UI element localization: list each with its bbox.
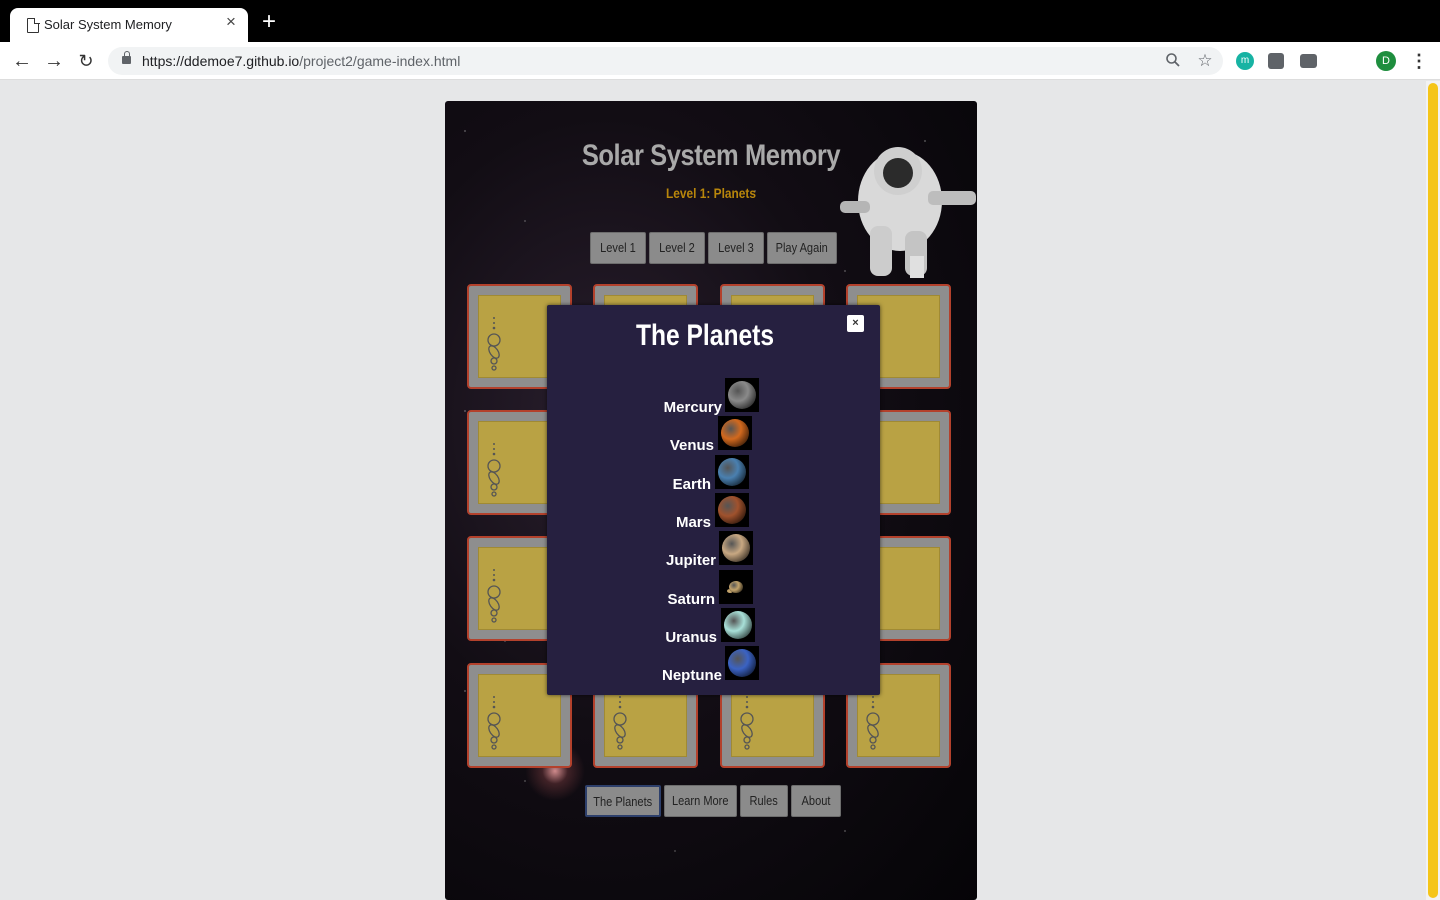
play-again-button[interactable]: Play Again bbox=[767, 232, 837, 264]
the-planets-button[interactable]: The Planets bbox=[585, 785, 661, 817]
planet-item-uranus: Uranus bbox=[547, 608, 717, 646]
menu-kebab-icon[interactable]: ⋮ bbox=[1410, 50, 1428, 72]
lock-icon bbox=[122, 51, 131, 64]
planet-orbit-icon bbox=[613, 696, 627, 750]
planet-item-venus: Venus bbox=[547, 416, 714, 454]
camera-icon[interactable] bbox=[1300, 54, 1317, 68]
planet-orbit-icon bbox=[487, 569, 501, 623]
extension-m-icon[interactable]: m bbox=[1236, 52, 1254, 70]
modal-close-button[interactable]: × bbox=[847, 315, 864, 332]
reload-icon[interactable]: ↻ bbox=[75, 50, 97, 72]
planet-name: Mercury bbox=[663, 399, 722, 416]
level-3-button[interactable]: Level 3 bbox=[708, 232, 764, 264]
planet-orbit-icon bbox=[487, 443, 501, 497]
document-icon bbox=[27, 17, 40, 33]
planet-item-neptune: Neptune bbox=[547, 646, 722, 684]
learn-more-button[interactable]: Learn More bbox=[664, 785, 737, 817]
level-1-label: Level 1 bbox=[600, 240, 636, 255]
rules-label: Rules bbox=[749, 793, 779, 808]
play-again-label: Play Again bbox=[775, 240, 829, 255]
planet-orb bbox=[728, 381, 756, 409]
close-tab-icon[interactable]: × bbox=[222, 13, 240, 31]
address-bar[interactable]: https://ddemoe7.github.io/project2/game-… bbox=[108, 47, 1223, 75]
bookmark-star-icon[interactable]: ☆ bbox=[1196, 52, 1214, 70]
profile-avatar[interactable]: D bbox=[1376, 51, 1396, 71]
planet-item-jupiter: Jupiter bbox=[547, 531, 716, 569]
modal-title: The Planets bbox=[635, 319, 775, 352]
about-button[interactable]: About bbox=[791, 785, 841, 817]
planet-image-uranus bbox=[721, 607, 755, 642]
zoom-icon[interactable] bbox=[1164, 52, 1182, 70]
planet-image-saturn bbox=[719, 569, 753, 604]
planet-orbit-icon bbox=[866, 696, 880, 750]
about-label: About bbox=[801, 793, 831, 808]
planets-modal: The Planets × Mercury Venus Earth Mars Jupit… bbox=[547, 305, 880, 695]
url-path: /project2/game-index.html bbox=[299, 53, 461, 69]
planet-item-earth: Earth bbox=[547, 455, 711, 493]
planet-orb bbox=[721, 419, 749, 448]
back-arrow-icon[interactable]: ← bbox=[11, 50, 33, 72]
rules-button[interactable]: Rules bbox=[740, 785, 788, 817]
planet-image-mercury bbox=[725, 378, 759, 412]
browser-toolbar: ← → ↻ https://ddemoe7.github.io/project2… bbox=[0, 42, 1440, 80]
planet-orb bbox=[724, 610, 752, 639]
planet-orb bbox=[729, 580, 743, 593]
planet-orb bbox=[718, 495, 746, 524]
the-planets-label: The Planets bbox=[593, 794, 653, 809]
page-scrollbar[interactable] bbox=[1426, 81, 1440, 900]
planet-name: Venus bbox=[669, 437, 714, 455]
planet-name: Uranus bbox=[665, 628, 717, 646]
new-tab-icon[interactable]: + bbox=[259, 10, 279, 34]
planet-orb bbox=[728, 649, 756, 678]
browser-tab[interactable]: Solar System Memory × bbox=[10, 8, 248, 42]
planet-item-mercury: Mercury bbox=[547, 378, 722, 416]
planet-image-mars bbox=[715, 492, 749, 527]
planet-name: Neptune bbox=[662, 667, 722, 685]
scrollbar-thumb[interactable] bbox=[1428, 83, 1438, 898]
level-subtitle: Level 1: Planets bbox=[666, 185, 756, 201]
planet-orbit-icon bbox=[487, 696, 501, 750]
browser-tab-bar: Solar System Memory × + bbox=[0, 0, 1440, 42]
level-2-label: Level 2 bbox=[659, 240, 695, 255]
planet-name: Saturn bbox=[667, 590, 715, 608]
planet-orb bbox=[718, 457, 746, 486]
game-title: Solar System Memory bbox=[581, 139, 841, 172]
planet-image-neptune bbox=[725, 646, 759, 681]
planet-orbit-icon bbox=[487, 317, 501, 371]
planet-item-mars: Mars bbox=[547, 493, 711, 531]
planet-name: Mars bbox=[675, 513, 711, 531]
planet-image-earth bbox=[715, 454, 749, 489]
level-3-label: Level 3 bbox=[718, 240, 754, 255]
extension-bulb-icon[interactable] bbox=[1268, 53, 1284, 69]
level-1-button[interactable]: Level 1 bbox=[590, 232, 646, 264]
level-2-button[interactable]: Level 2 bbox=[649, 232, 705, 264]
forward-arrow-icon[interactable]: → bbox=[43, 50, 65, 72]
planet-orbit-icon bbox=[740, 696, 754, 750]
planet-item-saturn: Saturn bbox=[547, 570, 715, 608]
learn-more-label: Learn More bbox=[672, 793, 729, 808]
planet-image-jupiter bbox=[719, 531, 753, 566]
url-text[interactable]: https://ddemoe7.github.io/project2/game-… bbox=[142, 53, 460, 69]
planet-image-venus bbox=[718, 416, 752, 451]
tab-title: Solar System Memory bbox=[44, 17, 172, 32]
url-host: https://ddemoe7.github.io bbox=[142, 53, 300, 69]
planet-name: Earth bbox=[672, 475, 711, 493]
planet-orb bbox=[722, 534, 750, 563]
planet-name: Jupiter bbox=[665, 552, 716, 570]
